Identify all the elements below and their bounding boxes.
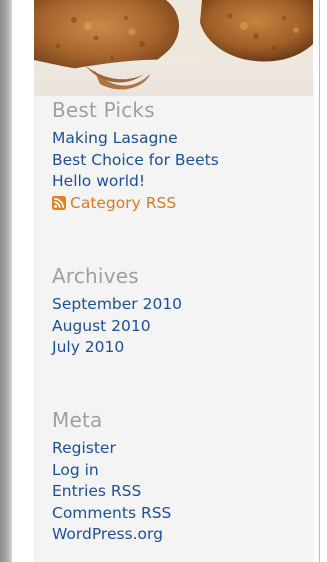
link-comments-rss[interactable]: Comments RSS	[52, 504, 171, 522]
link-hello-world[interactable]: Hello world!	[52, 172, 145, 190]
list-item: Making Lasagne	[52, 128, 219, 150]
link-register[interactable]: Register	[52, 439, 116, 457]
best-picks-list: Making Lasagne Best Choice for Beets Hel…	[52, 128, 219, 214]
left-page-strip	[0, 0, 11, 562]
link-wordpress-org[interactable]: WordPress.org	[52, 525, 163, 543]
list-item: Comments RSS	[52, 503, 171, 525]
archives-list: September 2010 August 2010 July 2010	[52, 294, 182, 359]
blog-page: Best Picks Making Lasagne Best Choice fo…	[0, 0, 327, 562]
link-august-2010[interactable]: August 2010	[52, 317, 151, 335]
widget-meta: Meta Register Log in Entries RSS Comment…	[52, 408, 171, 546]
widget-title-best-picks: Best Picks	[52, 98, 155, 122]
list-item: Hello world!	[52, 171, 219, 193]
list-item: Register	[52, 438, 171, 460]
list-item: July 2010	[52, 337, 182, 359]
widget-title-meta: Meta	[52, 408, 103, 432]
list-item: Category RSS	[52, 193, 219, 215]
rss-feed-icon[interactable]	[52, 195, 66, 210]
link-best-choice-for-beets[interactable]: Best Choice for Beets	[52, 151, 219, 169]
link-july-2010[interactable]: July 2010	[52, 338, 124, 356]
widget-best-picks: Best Picks Making Lasagne Best Choice fo…	[52, 98, 219, 214]
list-item: WordPress.org	[52, 524, 171, 546]
link-log-in[interactable]: Log in	[52, 461, 99, 479]
link-making-lasagne[interactable]: Making Lasagne	[52, 129, 178, 147]
right-divider	[319, 0, 320, 562]
link-entries-rss[interactable]: Entries RSS	[52, 482, 141, 500]
list-item: Best Choice for Beets	[52, 150, 219, 172]
link-category-rss[interactable]: Category RSS	[70, 194, 176, 212]
list-item: Entries RSS	[52, 481, 171, 503]
widget-archives: Archives September 2010 August 2010 July…	[52, 264, 182, 359]
header-cookies-photo	[34, 0, 313, 96]
list-item: August 2010	[52, 316, 182, 338]
list-item: September 2010	[52, 294, 182, 316]
meta-list: Register Log in Entries RSS Comments RSS…	[52, 438, 171, 546]
list-item: Log in	[52, 460, 171, 482]
widget-title-archives: Archives	[52, 264, 139, 288]
left-strip-edge	[11, 0, 12, 562]
link-september-2010[interactable]: September 2010	[52, 295, 182, 313]
